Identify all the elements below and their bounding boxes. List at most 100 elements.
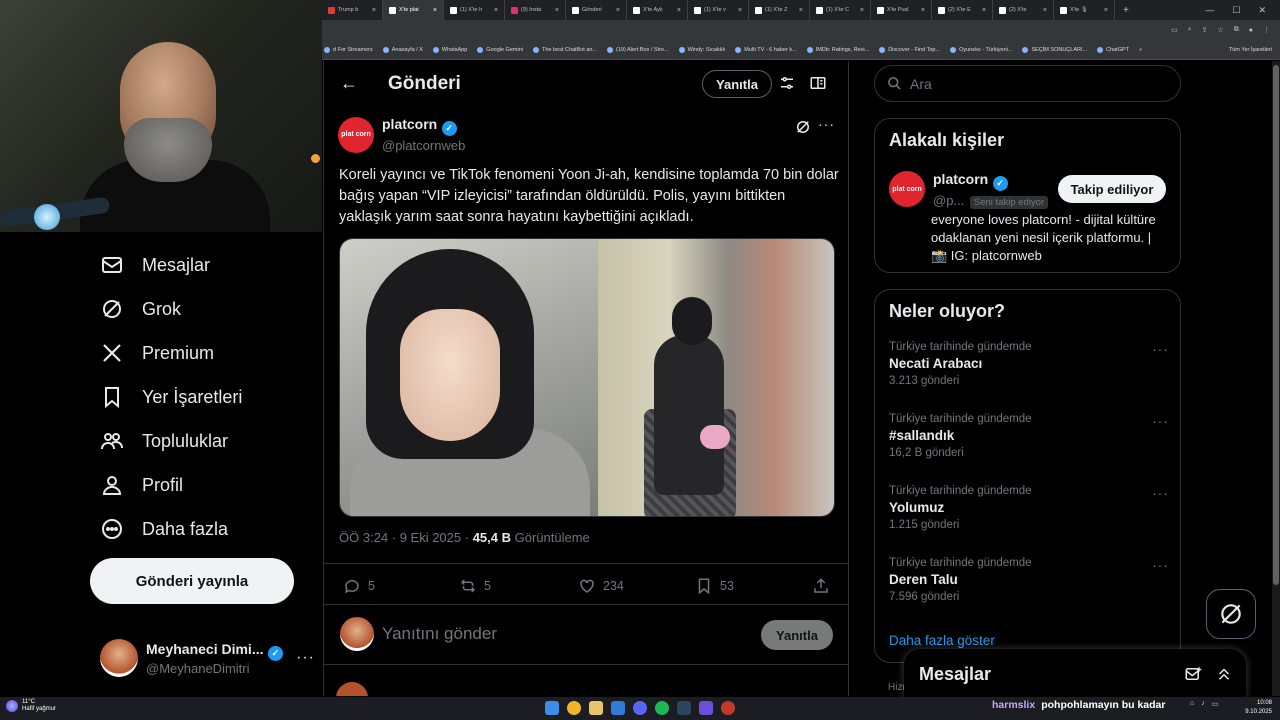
- tweet-author[interactable]: plat corn platcorn ✓ @platcornweb: [338, 116, 465, 153]
- search-input[interactable]: Ara: [874, 65, 1181, 102]
- browser-tab[interactable]: X'te Aylı ×: [627, 0, 688, 20]
- tweet-photo-1[interactable]: [340, 239, 598, 516]
- grok-explain-icon[interactable]: [794, 118, 812, 136]
- tweet-photo-2[interactable]: [598, 239, 834, 516]
- weather-widget[interactable]: 11°C Hafif yağmur: [6, 699, 56, 713]
- grok-fab[interactable]: [1206, 589, 1256, 639]
- chrome-icon[interactable]: [567, 701, 581, 715]
- trend-item[interactable]: Türkiye tarihinde gündemde #sallandık 16…: [889, 413, 1169, 459]
- app-icon[interactable]: [611, 701, 625, 715]
- trend-more-icon[interactable]: ···: [1152, 413, 1169, 429]
- nav-communities[interactable]: Topluluklar: [100, 421, 228, 461]
- all-bookmarks-link[interactable]: Tüm Yer İşaretleri: [1229, 47, 1280, 53]
- share-action[interactable]: [812, 577, 830, 595]
- volume-icon[interactable]: ♪: [1201, 700, 1205, 708]
- browser-tab[interactable]: (1) X'te v ×: [688, 0, 749, 20]
- browser-tab[interactable]: (2) X'te ×: [993, 0, 1054, 20]
- trend-more-icon[interactable]: ···: [1152, 485, 1169, 501]
- nav-more[interactable]: Daha fazla: [100, 509, 228, 549]
- account-more-icon[interactable]: ···: [296, 649, 315, 667]
- tweet-more-icon[interactable]: ···: [818, 116, 835, 132]
- clock[interactable]: 10:08 9.10.2025: [1245, 699, 1272, 717]
- bookmark-item[interactable]: The best ChatBot an...: [532, 46, 597, 53]
- share-icon[interactable]: ⇪: [1202, 26, 1208, 34]
- related-name[interactable]: platcorn: [933, 171, 988, 187]
- tab-close-icon[interactable]: ×: [555, 7, 559, 14]
- bookmark-item[interactable]: Anasayfa / X: [382, 46, 423, 53]
- reply-input[interactable]: Yanıtını gönder: [382, 624, 497, 644]
- bookmark-item[interactable]: Windy: Sıcaklık: [678, 46, 725, 53]
- bookmark-item[interactable]: Oyuneks - Türkiyeni...: [950, 46, 1012, 53]
- browser-tab[interactable]: (1) X'te Z ×: [749, 0, 810, 20]
- tab-close-icon[interactable]: ×: [433, 7, 437, 14]
- bookmark-item[interactable]: Discover - Find Top...: [879, 46, 940, 53]
- nav-bookmarks[interactable]: Yer İşaretleri: [100, 377, 242, 417]
- tab-close-icon[interactable]: ×: [860, 7, 864, 14]
- tab-close-icon[interactable]: ×: [616, 7, 620, 14]
- cast-icon[interactable]: ▭: [1171, 26, 1178, 34]
- minimize-icon[interactable]: —: [1205, 5, 1214, 16]
- reply-filter-button[interactable]: Yanıtla: [702, 70, 772, 98]
- star-icon[interactable]: ☆: [1217, 26, 1223, 34]
- steam-icon[interactable]: [677, 701, 691, 715]
- messages-drawer[interactable]: Mesajlar: [904, 649, 1246, 699]
- tab-close-icon[interactable]: ×: [799, 7, 803, 14]
- bookmark-item[interactable]: SEÇİM SONUÇLARI...: [1022, 46, 1087, 53]
- bookmark-item[interactable]: Google Gemini: [477, 46, 523, 53]
- back-arrow-icon[interactable]: ←: [340, 73, 364, 94]
- tab-close-icon[interactable]: ×: [1104, 7, 1108, 14]
- browser-tab[interactable]: Gönderi ×: [566, 0, 627, 20]
- following-button[interactable]: Takip ediliyor: [1058, 175, 1166, 203]
- tab-close-icon[interactable]: ×: [738, 7, 742, 14]
- new-message-icon[interactable]: [1184, 665, 1202, 683]
- trend-more-icon[interactable]: ···: [1152, 341, 1169, 357]
- bookmarks-overflow[interactable]: »: [1139, 47, 1142, 53]
- trend-more-icon[interactable]: ···: [1152, 557, 1169, 573]
- windows-start-icon[interactable]: [545, 701, 559, 715]
- page-scrollbar[interactable]: [1272, 61, 1280, 696]
- trend-item[interactable]: Türkiye tarihinde gündemde Necati Arabac…: [889, 341, 1169, 387]
- bookmark-action[interactable]: 53: [695, 577, 734, 595]
- trend-item[interactable]: Türkiye tarihinde gündemde Yolumuz 1.215…: [889, 485, 1169, 531]
- tab-close-icon[interactable]: ×: [982, 7, 986, 14]
- bookmark-item[interactable]: (19) Alert Box / Stre...: [607, 46, 669, 53]
- sliders-icon[interactable]: [778, 74, 796, 92]
- battery-icon[interactable]: ▭: [1212, 700, 1219, 708]
- menu-icon[interactable]: ⋮: [1263, 26, 1270, 34]
- bookmark-item[interactable]: d For Streamers: [324, 46, 373, 53]
- bookmark-item[interactable]: ChatGPT: [1097, 46, 1129, 53]
- spotify-icon[interactable]: [655, 701, 669, 715]
- tweet-media[interactable]: [339, 238, 835, 517]
- browser-tab[interactable]: (2) X'te E ×: [932, 0, 993, 20]
- show-more-link[interactable]: Daha fazla göster: [889, 633, 995, 648]
- account-switcher[interactable]: Meyhaneci Dimi... ✓ @MeyhaneDimitri ···: [100, 636, 315, 680]
- app-icon[interactable]: [721, 701, 735, 715]
- discord-icon[interactable]: [633, 701, 647, 715]
- maximize-icon[interactable]: ☐: [1232, 5, 1240, 16]
- extensions-icon[interactable]: ⧉: [1234, 26, 1239, 34]
- folder-icon[interactable]: [589, 701, 603, 715]
- app-icon[interactable]: [699, 701, 713, 715]
- tab-close-icon[interactable]: ×: [677, 7, 681, 14]
- new-tab-button[interactable]: +: [1115, 5, 1129, 16]
- profile-icon[interactable]: ●: [1249, 27, 1253, 34]
- browser-tab[interactable]: (1) X'te C ×: [810, 0, 871, 20]
- tab-close-icon[interactable]: ×: [494, 7, 498, 14]
- post-button[interactable]: Gönderi yayınla: [90, 558, 294, 604]
- browser-tab[interactable]: X'te plat ×: [383, 0, 444, 20]
- close-window-icon[interactable]: ✕: [1258, 5, 1266, 16]
- bookmark-item[interactable]: Multi TV - 6 haber k...: [735, 46, 797, 53]
- nav-premium[interactable]: Premium: [100, 333, 214, 373]
- expand-up-icon[interactable]: [1215, 665, 1233, 683]
- nav-messages[interactable]: Mesajlar: [100, 245, 210, 285]
- nav-grok[interactable]: Grok: [100, 289, 181, 329]
- bookmark-item[interactable]: IMDb: Ratings, Revi...: [806, 46, 869, 53]
- browser-tab[interactable]: Trump b ×: [322, 0, 383, 20]
- author-handle[interactable]: @platcornweb: [382, 138, 465, 153]
- bookmark-item[interactable]: WhatsApp: [432, 46, 467, 53]
- reply-submit-button[interactable]: Yanıtla: [761, 620, 833, 650]
- nav-profile[interactable]: Profil: [100, 465, 183, 505]
- author-name[interactable]: platcorn: [382, 116, 437, 132]
- zoom-icon[interactable]: ⌕: [1188, 26, 1192, 34]
- browser-tab[interactable]: (1) X'te h ×: [444, 0, 505, 20]
